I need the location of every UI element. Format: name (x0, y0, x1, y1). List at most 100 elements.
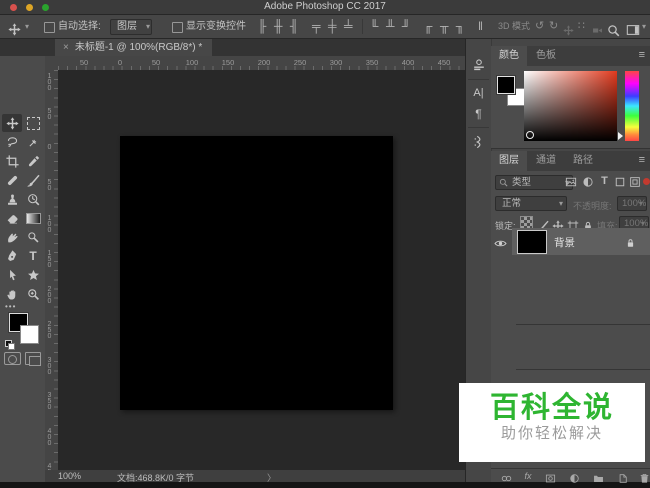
tab-paths[interactable]: 路径 (565, 151, 601, 171)
filter-adjustment-layers-button[interactable] (580, 173, 595, 188)
3d-orbit-icon[interactable]: ↺ (535, 15, 544, 38)
3d-mode-label: 3D 模式 (498, 21, 531, 31)
history-brush-tool-button[interactable] (23, 190, 43, 208)
layer-name[interactable]: 背景 (554, 235, 575, 250)
hue-slider[interactable] (625, 71, 639, 141)
document-tab[interactable]: × 未标题-1 @ 100%(RGB/8*) * (55, 39, 213, 56)
show-transform-checkbox[interactable] (172, 22, 183, 33)
distribute-spacing-button[interactable]: ‖ (478, 15, 483, 38)
eraser-tool-button[interactable] (2, 209, 22, 227)
distribute-left-edges-button[interactable]: ╓ (424, 15, 433, 38)
paragraph-panel-icon[interactable]: ¶ (469, 105, 488, 123)
filter-smart-objects-button[interactable] (627, 173, 642, 188)
brush-tool-button[interactable] (23, 171, 43, 189)
tab-layers[interactable]: 图层 (491, 151, 527, 171)
clone-stamp-tool-button[interactable] (2, 190, 22, 208)
watermark-title: 百科全说 (489, 392, 614, 424)
move-tool-icon[interactable] (8, 18, 21, 41)
quick-mask-icon (8, 354, 17, 364)
hand-tool-button[interactable] (2, 285, 22, 303)
eyedropper-tool-button[interactable] (23, 152, 43, 170)
add-layer-mask-button[interactable] (543, 470, 557, 483)
layers-panel-menu-icon[interactable]: ≡ (639, 154, 645, 166)
align-bottom-edges-button[interactable]: ╧ (344, 15, 353, 38)
dodge-tool-button[interactable] (23, 228, 43, 246)
align-left-edges-button[interactable]: ╟ (258, 15, 267, 38)
blend-mode-select[interactable]: 正常 ▾ (495, 196, 567, 211)
layer-style-button[interactable]: fx (521, 470, 535, 482)
quick-selection-tool-button[interactable] (23, 133, 43, 151)
tab-channels[interactable]: 通道 (528, 151, 564, 171)
layer-thumbnail[interactable] (517, 230, 547, 254)
move-tool-button[interactable] (2, 114, 22, 132)
distribute-vertical-centers-button[interactable]: ╨ (386, 15, 395, 38)
3d-slide-icon[interactable]: ∷ (578, 15, 585, 38)
layer-visibility-eye-icon[interactable] (494, 235, 509, 248)
lasso-tool-button[interactable] (2, 133, 22, 151)
filter-shape-layers-button[interactable] (612, 173, 627, 188)
tab-close-icon[interactable]: × (63, 42, 69, 53)
default-colors-icon[interactable] (5, 340, 15, 350)
gradient-icon (25, 213, 41, 224)
distribute-top-edges-button[interactable]: ╙ (370, 15, 379, 38)
ruler-label: 400 (401, 58, 415, 67)
window-title: Adobe Photoshop CC 2017 (264, 1, 386, 12)
vertical-ruler[interactable]: 100 50 0 50 100 150 200 250 300 350 400 … (45, 70, 59, 470)
delete-layer-button[interactable] (637, 470, 650, 484)
distribute-horizontal-centers-button[interactable]: ╥ (440, 15, 449, 38)
quick-mask-button[interactable] (4, 352, 21, 365)
marquee-tool-button[interactable] (23, 114, 43, 132)
layer-row[interactable]: 背景 (491, 228, 650, 255)
saturation-brightness-field[interactable] (524, 71, 617, 141)
character-panel-icon[interactable]: A| (469, 84, 488, 102)
path-selection-tool-button[interactable] (2, 266, 22, 284)
tab-color[interactable]: 颜色 (491, 46, 527, 66)
shape-tool-button[interactable] (23, 266, 43, 284)
layer-filter-kind-select[interactable]: 类型 ▾ (495, 175, 573, 190)
3d-roll-icon[interactable]: ↻ (549, 15, 558, 38)
screen-mode-button[interactable] (25, 352, 41, 366)
horizontal-ruler[interactable]: 50 0 50 100 150 200 250 300 350 400 450 (58, 56, 465, 71)
zoom-level-field[interactable]: 100% (58, 471, 81, 481)
background-color-swatch[interactable] (20, 325, 39, 344)
align-horizontal-centers-button[interactable]: ╫ (274, 15, 283, 38)
ruler-corner[interactable] (45, 56, 59, 71)
healing-brush-tool-button[interactable] (2, 171, 22, 189)
properties-panel-icon[interactable] (469, 132, 488, 150)
workspace-chevron-icon: ▾ (642, 22, 647, 31)
libraries-panel-icon[interactable] (469, 55, 488, 73)
tool-preset-chevron-icon[interactable]: ▾ (25, 15, 29, 38)
chevron-down-icon: ▾ (638, 199, 643, 208)
ruler-label: 100 (185, 58, 199, 67)
align-right-edges-button[interactable]: ╢ (290, 15, 299, 38)
document-canvas[interactable] (120, 136, 393, 410)
pen-tool-button[interactable] (2, 247, 22, 265)
pasteboard[interactable] (58, 70, 465, 470)
zoom-tool-button[interactable] (23, 285, 43, 303)
type-tool-button[interactable]: T (23, 247, 43, 265)
edit-toolbar-button[interactable]: ••• (5, 302, 16, 311)
layer-filter-toggle[interactable] (643, 178, 650, 185)
filter-pixel-layers-button[interactable] (563, 173, 578, 188)
distribute-bottom-edges-button[interactable]: ╜ (402, 15, 411, 38)
distribute-right-edges-button[interactable]: ╖ (456, 15, 465, 38)
new-layer-button[interactable] (615, 470, 629, 483)
new-group-button[interactable] (591, 470, 605, 483)
ruler-label: 400 (46, 428, 53, 446)
link-layers-button[interactable] (499, 470, 513, 482)
smudge-tool-button[interactable] (2, 228, 22, 246)
tab-swatches[interactable]: 色板 (528, 46, 564, 66)
gradient-tool-button[interactable] (23, 209, 43, 227)
crop-tool-button[interactable] (2, 152, 22, 170)
color-panel-menu-icon[interactable]: ≡ (639, 49, 645, 61)
color-cursor-icon[interactable] (526, 131, 534, 139)
filter-type-layers-button[interactable]: T (597, 173, 612, 188)
document-tab-bar: × 未标题-1 @ 100%(RGB/8*) * (0, 39, 465, 56)
new-adjustment-layer-button[interactable] (567, 470, 581, 483)
tools-panel: T ••• (0, 56, 46, 482)
align-top-edges-button[interactable]: ╤ (312, 15, 321, 38)
opacity-field[interactable]: 100% ▾ (617, 196, 647, 211)
auto-select-checkbox[interactable] (44, 22, 55, 33)
color-panel-foreground-swatch[interactable] (497, 76, 515, 94)
align-vertical-centers-button[interactable]: ╪ (328, 15, 337, 38)
